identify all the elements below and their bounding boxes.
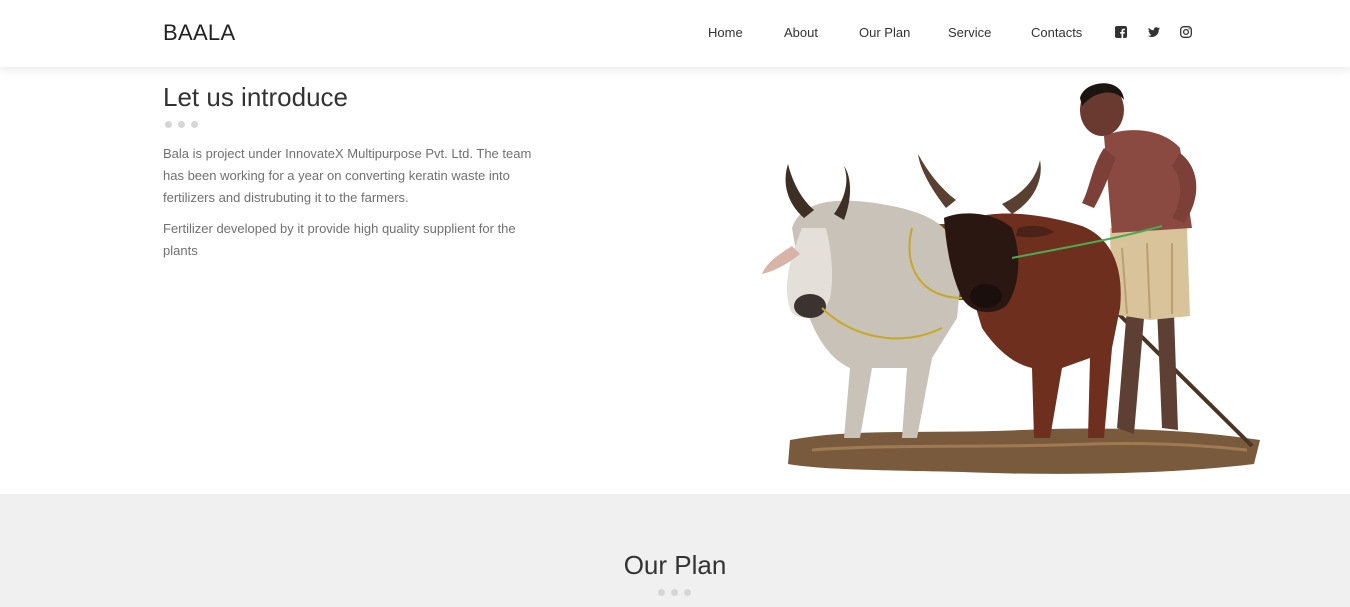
intro-paragraph-2: Fertilizer developed by it provide high … [163,221,516,258]
our-plan-section: Our Plan [0,494,1350,607]
title-divider-dots [165,121,198,128]
intro-title: Let us introduce [163,82,349,112]
nav-contacts[interactable]: Contacts [1031,25,1082,40]
plan-divider-dots [658,589,691,596]
plan-title: Our Plan [623,550,727,580]
twitter-icon[interactable] [1148,26,1160,38]
facebook-icon[interactable] [1115,26,1127,38]
instagram-icon[interactable] [1180,26,1192,38]
site-header: BAALA Home About Our Plan Service Contac… [0,0,1350,67]
nav-home[interactable]: Home [708,25,743,40]
nav-our-plan[interactable]: Our Plan [859,25,910,40]
brand-logo[interactable]: BAALA [163,20,235,46]
nav-service[interactable]: Service [948,25,991,40]
intro-paragraph-1: Bala is project under InnovateX Multipur… [163,146,532,205]
farmer-with-bullocks-image [762,83,1260,474]
nav-about[interactable]: About [784,25,818,40]
